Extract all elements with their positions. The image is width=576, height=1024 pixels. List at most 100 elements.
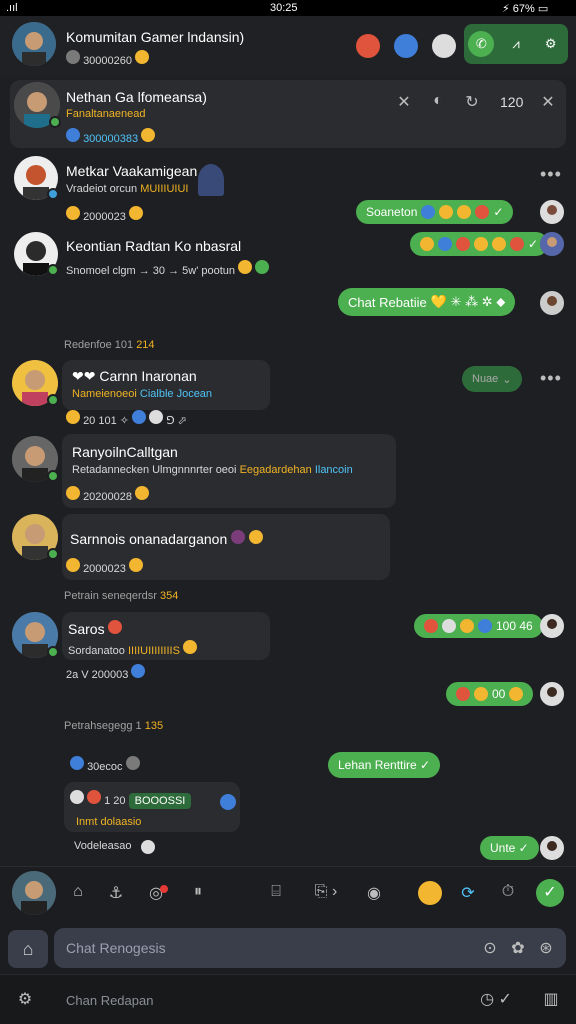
emoji-picker-icon[interactable] [418,881,442,905]
close-icon[interactable]: ✕ [394,92,414,112]
member-avatars [356,34,456,58]
anchor-icon[interactable]: ⚓ [104,883,128,903]
eye-icon[interactable]: ◉ [362,883,386,903]
message-preview: Retadannecken Ulmgnnnrter oeoi Eegadarde… [72,464,353,476]
sender-avatar[interactable] [14,232,59,276]
dismiss-icon[interactable]: ✕ [538,92,558,112]
date-separator: Petrain seneqerdsr 354 [64,590,179,602]
online-indicator [47,646,59,658]
home-icon[interactable]: ⌂ [66,883,90,901]
reader-avatar [540,200,564,224]
reload-icon[interactable]: ↻ [462,92,482,112]
message-meta: 2a V 200003 [66,664,146,681]
user-avatar[interactable] [12,871,56,915]
list-item[interactable]: 30ecoc [70,756,140,773]
more-options-icon[interactable]: ••• [540,164,562,185]
composer: ⌂ Chat Renogesis ⊙ ✿ ⊛ [0,922,576,974]
outgoing-bubble[interactable]: Unte ✓ [480,836,539,860]
online-indicator [49,116,61,128]
chat-subtitle: 30000260 [66,50,150,67]
send-icon[interactable]: ⊛ [536,938,556,958]
reader-avatar [540,232,564,256]
group-avatar[interactable] [12,22,56,66]
message-meta: 2000023 [66,206,143,223]
list-item: 1 20 BOOOSSI [70,790,192,809]
message-bubble[interactable]: ❤❤ Carnn Inaronan Nameienoeoi Cialble Jo… [62,360,270,410]
message-bubble[interactable]: Sarnnois onanadarganon 2000023 [62,514,390,580]
outgoing-bubble[interactable]: Nuae ⌄ [462,366,522,392]
sender-avatar[interactable] [12,360,59,406]
bug-icon[interactable]: ✿ [508,938,528,958]
emoji-icon [66,206,80,220]
message-sender: ❤❤ Carnn Inaronan [72,368,197,384]
message-meta: 20200028 [66,486,150,503]
mute-icon[interactable]: ◐ [428,92,448,110]
pinned-chat[interactable]: Nethan Ga lfomeansa) Fanaltanaenead 3000… [10,80,566,148]
message-preview: Nameienoeoi Cialble Jocean [72,388,213,400]
date-separator: Redenfoe 101 214 [64,339,155,351]
pulse-icon[interactable]: ⩘ [503,31,529,57]
message-sender: RanyoilnCalltgan [72,444,178,460]
chat-title[interactable]: Komumitan Gamer lndansin) [66,29,244,45]
member-avatar[interactable] [432,34,456,58]
sender-avatar[interactable] [12,436,59,482]
outgoing-bubble[interactable]: ✓ [410,232,549,256]
timer-icon[interactable]: ⏱ [496,883,520,901]
message-sender: Keontian Radtan Ko nbasral [66,238,242,254]
sender-avatar[interactable] [12,514,59,560]
pinned-title: Nethan Ga lfomeansa) [66,89,207,105]
gear-icon[interactable]: ⚙ [14,989,36,1009]
reader-avatar [540,682,564,706]
grin-emoji-icon [135,50,150,64]
chat-header: Komumitan Gamer lndansin) 30000260 ✆ ⩘ ⚙ [0,16,576,76]
sync-icon[interactable]: ⟳ [456,883,480,903]
call-icon[interactable]: ✆ [468,31,495,57]
list-item[interactable]: Vodeleasao ! [74,840,155,854]
member-avatar[interactable] [394,34,418,58]
message-preview: Snomoel clgm → 30 → 5w' pootun [66,260,270,277]
layout-icon[interactable]: ▥ [540,989,562,1009]
status-bar: .ııl 30:25 ⚡ 67% ▭ [0,0,576,16]
message-sender: Saros [68,620,123,637]
message-bubble[interactable]: RanyoilnCalltgan Retadannecken Ulmgnnnrt… [62,434,396,508]
sticker-image [198,164,224,196]
camera-icon[interactable]: ⌸ [264,883,288,901]
notification-dot [160,885,168,893]
date-separator: Petrahsegegg 1 135 [64,720,164,732]
message-meta: 20 101 ✧ ⅁ ⬀ [66,410,187,427]
battery-indicator: ⚡ 67% ▭ [502,3,549,15]
outgoing-bubble[interactable]: Lehan Renttire ✓ [328,752,441,778]
pinned-count: 120 [500,94,524,110]
sender-avatar[interactable] [12,612,59,658]
online-indicator [47,188,59,200]
message-sender: Metkar Vaakamigean [66,163,198,179]
outgoing-bubble[interactable]: 00 [446,682,534,706]
reader-avatar [540,836,564,860]
message-preview: Inmt dolaasio [76,816,142,828]
clock-icon[interactable]: ◷ ✓ [476,989,516,1009]
outgoing-bubble[interactable]: 100 46 [414,614,543,638]
confirm-icon[interactable]: ✓ [536,879,564,907]
message-bubble[interactable]: Saros Sordanatoo IIIIUIIIIIIIIS [62,612,270,660]
home-button[interactable]: ⌂ [8,930,48,968]
online-indicator [47,264,59,276]
outgoing-bubble[interactable]: Chat Rebatiie 💛 ✳ ⁂ ✲ ⬥ [338,288,516,316]
share-icon[interactable]: ⎘ › [306,883,346,901]
signal-icon: .ııl [6,2,18,14]
pinned-subtitle: Fanaltanaenead [66,108,146,120]
message-preview: Sordanatoo IIIIUIIIIIIIIS [68,640,197,657]
status-icon [220,794,236,810]
action-toolbar: ⌂ ⚓ ◎ ⏸ ⌸ ⎘ › ◉ ⟳ ⏱ ✓ [0,866,576,922]
outgoing-bubble[interactable]: Soaneton ✓ [356,200,514,224]
settings-icon[interactable]: ⚙ [538,31,564,57]
more-options-icon[interactable]: ••• [540,368,562,389]
sender-avatar[interactable] [14,156,59,200]
pinned-avatar [14,82,61,128]
message-bubble[interactable]: 1 20 BOOOSSI Inmt dolaasio [64,782,240,832]
message-sender: Sarnnois onanadarganon [70,530,264,547]
online-indicator [47,470,59,482]
record-icon[interactable]: ⊙ [480,938,500,958]
bottom-input[interactable]: Chan Redapan [66,993,153,1008]
pause-icon[interactable]: ⏸ [186,883,210,901]
member-avatar[interactable] [356,34,380,58]
